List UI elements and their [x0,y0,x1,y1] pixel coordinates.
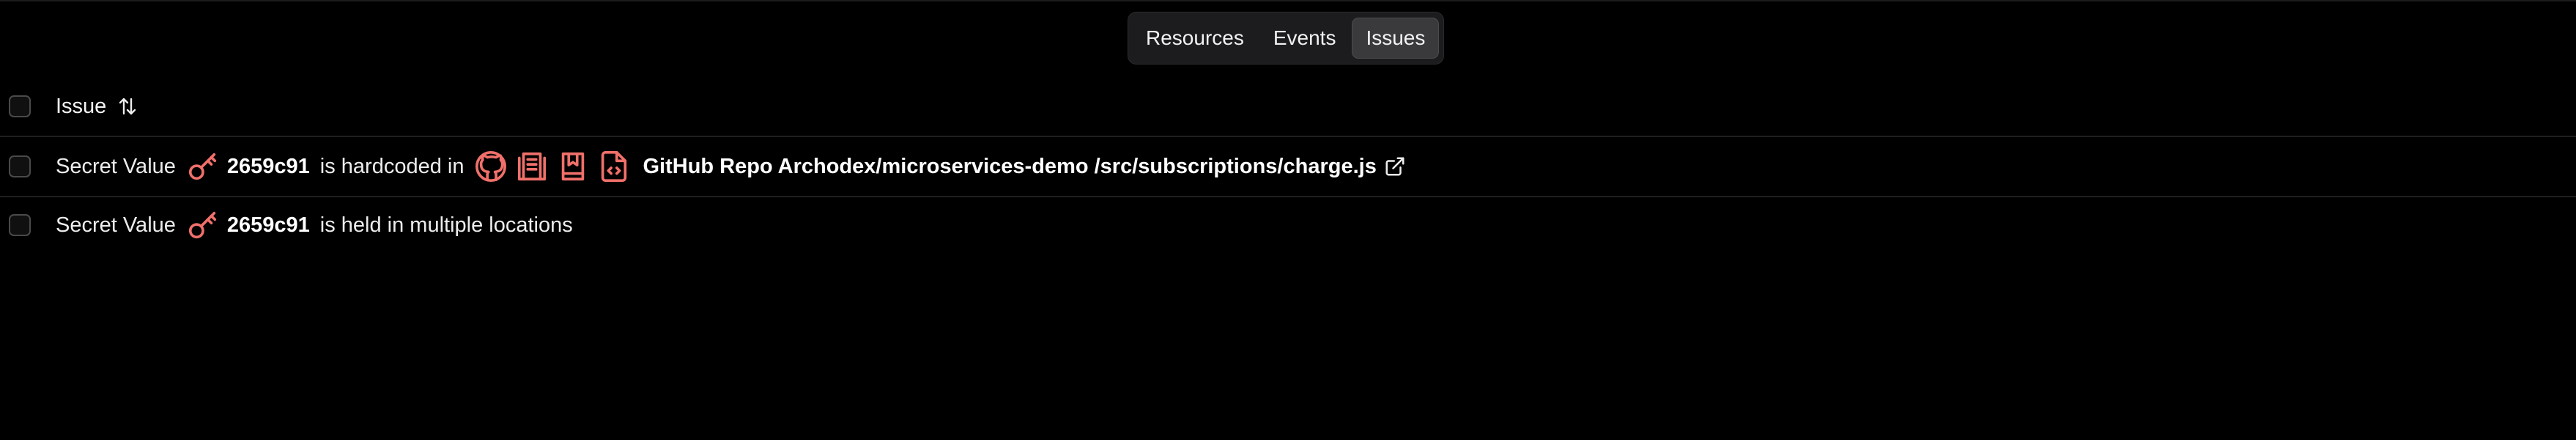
tab-resources[interactable]: Resources [1133,18,1257,59]
issue-description: is held in multiple locations [319,213,573,237]
code-file-icon [597,150,631,183]
issue-type: Secret Value [56,154,176,178]
top-divider [0,0,2576,1]
external-link-icon[interactable] [1384,155,1406,177]
issue-column-header[interactable]: Issue [56,95,138,119]
issue-description: is hardcoded in [319,154,465,178]
row-checkbox[interactable] [9,155,31,177]
issue-cell: Secret Value 2659c91 is hardcoded in Git… [56,150,1406,183]
view-tabs: Resources Events Issues [1128,12,1444,65]
table-row[interactable]: Secret Value 2659c91 is held in multiple… [0,196,2576,254]
table-row[interactable]: Secret Value 2659c91 is hardcoded in Git… [0,136,2576,197]
key-icon [186,208,220,242]
secret-hash[interactable]: 2659c91 [227,213,310,238]
repository-icon [515,150,549,183]
select-all-checkbox[interactable] [9,95,31,117]
github-icon [474,150,508,183]
table-header: Issue [0,77,2576,136]
tab-issues[interactable]: Issues [1352,18,1440,59]
secret-hash[interactable]: 2659c91 [227,155,310,179]
tab-events[interactable]: Events [1260,18,1350,59]
key-icon [186,150,220,183]
resource-link[interactable]: GitHub Repo Archodex/microservices-demo … [643,155,1376,179]
row-checkbox[interactable] [9,214,31,236]
issue-cell: Secret Value 2659c91 is held in multiple… [56,208,573,242]
issue-type: Secret Value [56,213,176,237]
bookmark-book-icon [556,150,590,183]
sort-arrows-icon[interactable] [116,95,138,117]
issue-column-label: Issue [56,94,107,118]
